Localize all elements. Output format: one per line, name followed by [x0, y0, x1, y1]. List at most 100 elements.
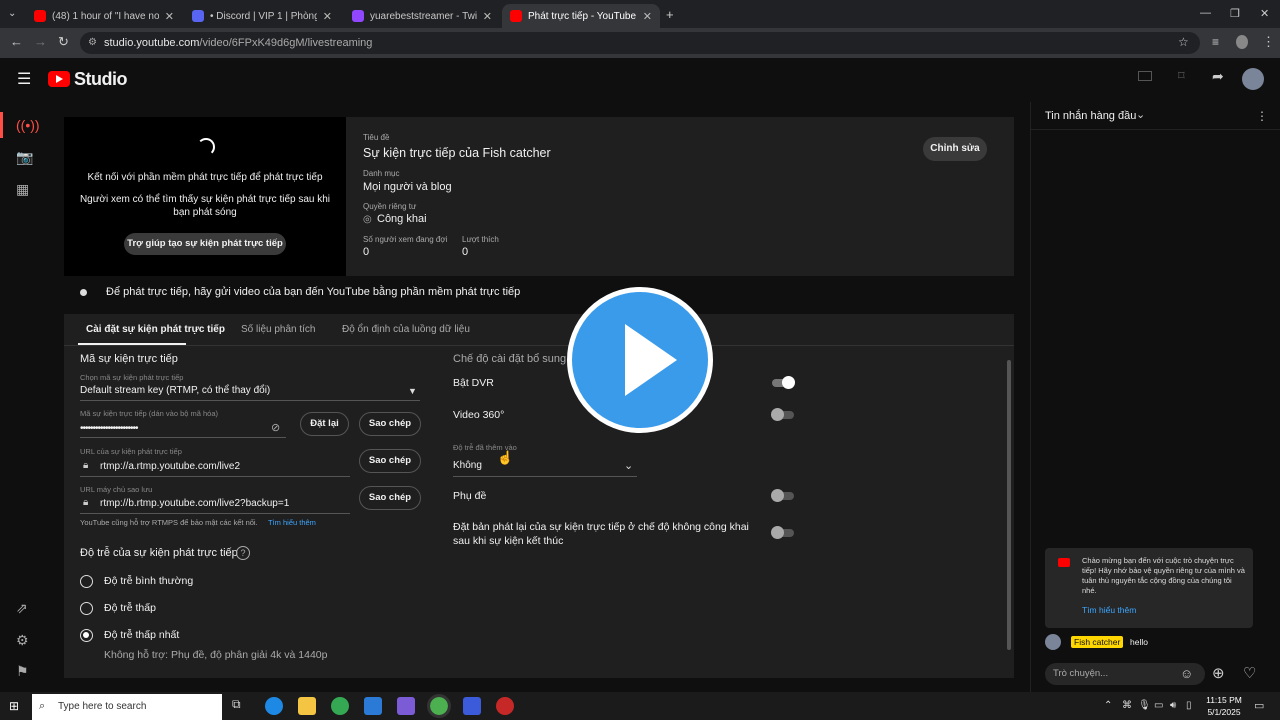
close-icon[interactable]: ✕: [643, 10, 652, 23]
youtube-favicon-icon: [34, 10, 46, 22]
battery-icon[interactable]: ▯: [1186, 700, 1192, 711]
rtmps-learn-more-link[interactable]: Tìm hiểu thêm: [268, 518, 316, 527]
close-icon[interactable]: ✕: [165, 10, 174, 23]
external-link-icon[interactable]: ⇗: [16, 600, 28, 617]
chat-mode-selector[interactable]: Tin nhắn hàng đầu: [1045, 110, 1136, 122]
delay-select[interactable]: Không: [453, 460, 482, 471]
category-value: Mọi người và blog: [363, 181, 452, 193]
additional-settings-title: Chế độ cài đặt bổ sung: [453, 353, 567, 365]
edge-icon[interactable]: [265, 697, 283, 715]
dvr-toggle[interactable]: [772, 376, 795, 389]
tray-app-icon[interactable]: ⌘: [1122, 700, 1132, 711]
chat-author-badge[interactable]: Fish catcher: [1071, 636, 1124, 648]
chrome-active-icon[interactable]: [427, 694, 451, 718]
latency-normal-radio[interactable]: [80, 575, 93, 588]
add-icon[interactable]: ⊕: [1212, 664, 1225, 682]
browser-tab-active[interactable]: Phát trực tiếp - YouTube Studio ✕: [502, 4, 660, 28]
bookmark-icon[interactable]: ⌑: [1178, 68, 1185, 84]
video-play-overlay-icon[interactable]: [567, 287, 713, 433]
stream-key-section-title: Mã sự kiện trực tiếp: [80, 353, 178, 365]
latency-ultra-low-radio[interactable]: [80, 629, 93, 642]
tab-stream-settings[interactable]: Cài đặt sự kiện phát trực tiếp: [86, 324, 225, 335]
stream-key-field[interactable]: •••••••••••••••••••••••: [80, 423, 139, 434]
heart-icon[interactable]: ♡: [1243, 664, 1256, 682]
webcam-icon[interactable]: 📷: [16, 149, 33, 166]
windows-start-icon[interactable]: ⊞: [9, 699, 19, 713]
close-icon[interactable]: ✕: [483, 10, 492, 23]
chevron-down-icon[interactable]: ⌄: [1136, 108, 1145, 121]
microphone-icon[interactable]: 🎙︎: [1138, 700, 1151, 711]
emoji-icon[interactable]: ☺: [1180, 666, 1193, 681]
chat-learn-more-link[interactable]: Tìm hiểu thêm: [1082, 605, 1136, 615]
taskbar-search-field[interactable]: Type here to search: [32, 694, 222, 720]
edit-button[interactable]: Chỉnh sửa: [923, 137, 987, 161]
back-icon[interactable]: ←: [10, 34, 23, 49]
browser-tab[interactable]: yuarebeststreamer - Twitch ✕: [344, 4, 500, 28]
obs-icon[interactable]: [496, 697, 514, 715]
copy-backup-url-button[interactable]: Sao chép: [359, 486, 421, 510]
new-tab-icon[interactable]: +: [666, 7, 674, 22]
settings-scrollbar[interactable]: [1007, 360, 1011, 650]
site-info-icon[interactable]: ⚙: [88, 37, 97, 48]
share-icon[interactable]: ➦: [1212, 68, 1224, 85]
copy-url-button[interactable]: Sao chép: [359, 449, 421, 473]
browser-tab[interactable]: (48) 1 hour of "I have no enemi ✕: [26, 4, 182, 28]
settings-panel: [64, 314, 1014, 678]
help-icon[interactable]: ?: [236, 546, 250, 560]
browser-tab[interactable]: • Discord | VIP 1 | Phòng đấ ✕: [184, 4, 340, 28]
app-icon[interactable]: [364, 697, 382, 715]
visibility-off-icon[interactable]: ⊘: [271, 421, 280, 434]
restore-icon[interactable]: ❐: [1230, 7, 1240, 20]
stream-url-field[interactable]: rtmp://a.rtmp.youtube.com/live2: [100, 461, 240, 472]
studio-logo-text[interactable]: Studio: [74, 69, 128, 90]
task-view-icon[interactable]: ⧉: [232, 697, 250, 715]
tab-search-icon[interactable]: ⌄: [8, 8, 16, 19]
dropdown-arrow-icon[interactable]: ▼: [408, 386, 417, 396]
url-field[interactable]: studio.youtube.com/video/6FPxK49d6gM/liv…: [80, 32, 1200, 54]
theater-mode-icon[interactable]: [1138, 71, 1152, 81]
reset-key-button[interactable]: Đặt lại: [300, 412, 349, 436]
live-stream-icon[interactable]: ((•)): [16, 117, 40, 133]
chevron-down-icon[interactable]: ⌄: [624, 459, 633, 472]
tab-stream-health[interactable]: Độ ổn định của luồng dữ liệu: [342, 324, 470, 335]
unlisted-replay-toggle[interactable]: [771, 526, 794, 539]
channel-avatar[interactable]: [1242, 68, 1264, 90]
captions-toggle[interactable]: [771, 489, 794, 502]
minimize-icon[interactable]: —: [1200, 7, 1211, 19]
taskbar-date[interactable]: 5/1/2025: [1206, 707, 1242, 717]
privacy-label: Quyền riêng tư: [363, 202, 417, 211]
hamburger-menu-icon[interactable]: ☰: [17, 69, 31, 89]
forward-icon[interactable]: →: [34, 34, 47, 49]
chat-more-icon[interactable]: ⋮: [1256, 109, 1268, 123]
youtube-logo-icon[interactable]: [48, 71, 70, 87]
video360-toggle[interactable]: [771, 408, 794, 421]
latency-low-radio[interactable]: [80, 602, 93, 615]
stream-url-label: URL của sự kiện phát trực tiếp: [80, 447, 182, 456]
stream-key-select[interactable]: Default stream key (RTMP, có thể thay đổ…: [80, 385, 270, 396]
rail-active-indicator: [0, 112, 3, 138]
close-icon[interactable]: ✕: [323, 10, 332, 23]
roblox-icon[interactable]: [463, 697, 481, 715]
profile-avatar[interactable]: [1236, 35, 1248, 49]
tray-chevron-icon[interactable]: ⌃: [1104, 700, 1112, 711]
game-app-icon[interactable]: [397, 697, 415, 715]
more-menu-icon[interactable]: ⋮: [1262, 34, 1275, 50]
notifications-icon[interactable]: ▭: [1254, 699, 1264, 712]
tab-analytics[interactable]: Số liệu phân tích: [241, 324, 316, 335]
file-explorer-icon[interactable]: [298, 697, 316, 715]
network-icon[interactable]: ▭: [1154, 700, 1163, 711]
help-create-stream-button[interactable]: Trợ giúp tạo sự kiện phát trực tiếp: [124, 233, 286, 255]
copy-key-button[interactable]: Sao chép: [359, 412, 421, 436]
chrome-icon[interactable]: [331, 697, 349, 715]
settings-gear-icon[interactable]: ⚙: [16, 632, 29, 649]
taskbar-time[interactable]: 11:15 PM: [1206, 695, 1242, 705]
backup-url-field[interactable]: rtmp://b.rtmp.youtube.com/live2?backup=1: [100, 498, 289, 509]
volume-icon[interactable]: 🔊︎: [1170, 700, 1176, 711]
reading-list-icon[interactable]: ≡: [1212, 35, 1219, 49]
reload-icon[interactable]: ↻: [58, 34, 69, 50]
lock-icon: 🔒︎: [83, 497, 89, 508]
feedback-icon[interactable]: ⚑: [16, 663, 29, 680]
window-close-icon[interactable]: ✕: [1260, 7, 1269, 20]
manage-icon[interactable]: ▦: [16, 181, 29, 198]
bookmark-star-icon[interactable]: ☆: [1178, 35, 1189, 49]
